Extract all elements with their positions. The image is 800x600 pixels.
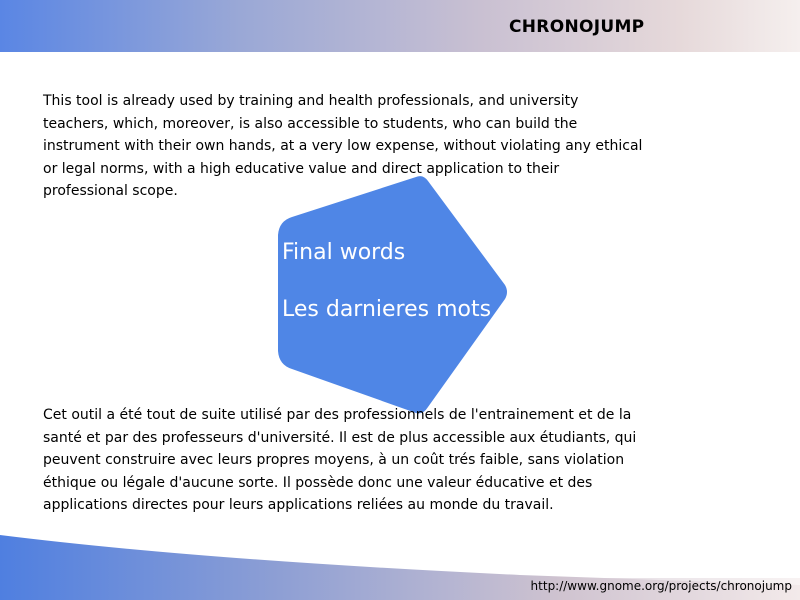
paragraph-french: Cet outil a été tout de suite utilisé pa… (43, 407, 637, 513)
slide: CHRONOJUMP This tool is already used by … (0, 0, 800, 600)
pentagon-heading-english: Final words (282, 240, 406, 265)
slide-title: CHRONOJUMP (509, 17, 645, 37)
header-bar (0, 0, 800, 52)
footer-url: http://www.gnome.org/projects/chronojump (530, 579, 792, 593)
pentagon-heading-french: Les darnieres mots (282, 297, 492, 322)
pentagon-shape (278, 176, 507, 414)
